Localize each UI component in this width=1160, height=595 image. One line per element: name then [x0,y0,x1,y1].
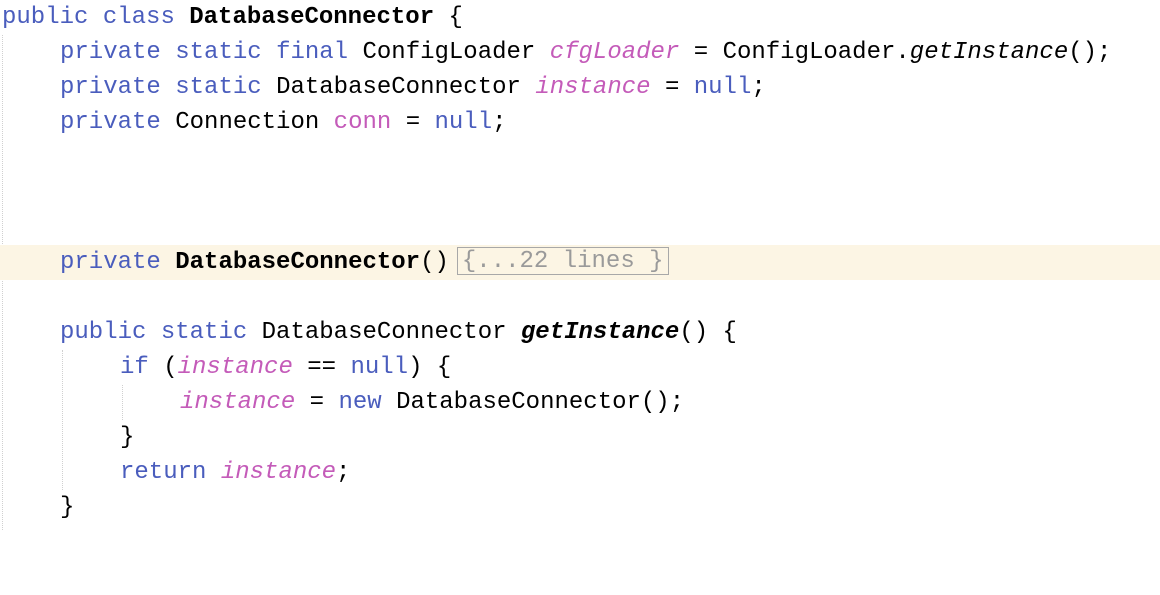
close-brace: } [120,424,135,451]
keyword-null: null [693,74,752,101]
keyword-static: static [175,39,262,66]
type-name: Connection [175,109,320,136]
type-name: DatabaseConnector [276,74,521,101]
keyword-static: static [175,74,262,101]
open-brace: { [448,4,463,31]
keyword-private: private [60,74,161,101]
keyword-private: private [60,109,161,136]
code-editor[interactable]: public class DatabaseConnector { private… [0,0,1160,530]
field-name: instance [177,354,293,381]
operator: = [405,109,421,136]
code-line[interactable]: public static DatabaseConnector getInsta… [0,315,1160,350]
open-paren: ( [163,354,178,381]
constructor-name: DatabaseConnector [175,249,421,276]
constructor-call: DatabaseConnector [396,389,641,416]
keyword-null: null [434,109,493,136]
code-line[interactable]: public class DatabaseConnector { [0,0,1160,35]
statement-tail: (); [640,389,685,416]
field-name: conn [333,109,392,136]
keyword-if: if [120,354,149,381]
code-line-current[interactable]: private DatabaseConnector() {...22 lines … [0,245,1160,280]
method-name: getInstance [520,319,680,346]
type-name: ConfigLoader [362,39,536,66]
keyword-class: class [102,4,175,31]
method-call: getInstance [909,39,1069,66]
operator: == [307,354,337,381]
operator: = [309,389,325,416]
owner-name: ConfigLoader. [722,39,910,66]
keyword-private: private [60,249,161,276]
keyword-new: new [338,389,382,416]
code-line[interactable]: } [0,490,1160,525]
keyword-public: public [2,4,89,31]
code-line[interactable]: if (instance == null) { [0,350,1160,385]
semicolon: ; [492,109,507,136]
keyword-private: private [60,39,161,66]
close-paren-brace: ) { [408,354,452,381]
keyword-public: public [60,319,147,346]
field-name: instance [535,74,651,101]
keyword-return: return [120,459,207,486]
semicolon: ; [751,74,766,101]
code-line[interactable]: private static DatabaseConnector instanc… [0,70,1160,105]
statement-tail: () { [679,319,737,346]
code-line[interactable]: private static final ConfigLoader cfgLoa… [0,35,1160,70]
keyword-static: static [160,319,248,346]
operator: = [693,39,709,66]
field-name: cfgLoader [549,39,680,66]
parens: () [420,249,449,276]
code-line[interactable]: instance = new DatabaseConnector(); [0,385,1160,420]
code-line[interactable]: private Connection conn = null; [0,105,1160,140]
type-name: DatabaseConnector [261,319,507,346]
statement-tail: (); [1068,39,1112,66]
code-line[interactable]: } [0,420,1160,455]
field-name: instance [180,389,296,416]
operator: = [664,74,680,101]
keyword-final: final [276,39,349,66]
field-name: instance [220,459,337,486]
code-line[interactable]: return instance; [0,455,1160,490]
semicolon: ; [336,459,351,486]
keyword-null: null [350,354,409,381]
folded-region-button[interactable]: {...22 lines } [456,247,669,275]
close-brace: } [60,494,75,521]
class-name: DatabaseConnector [189,4,435,31]
